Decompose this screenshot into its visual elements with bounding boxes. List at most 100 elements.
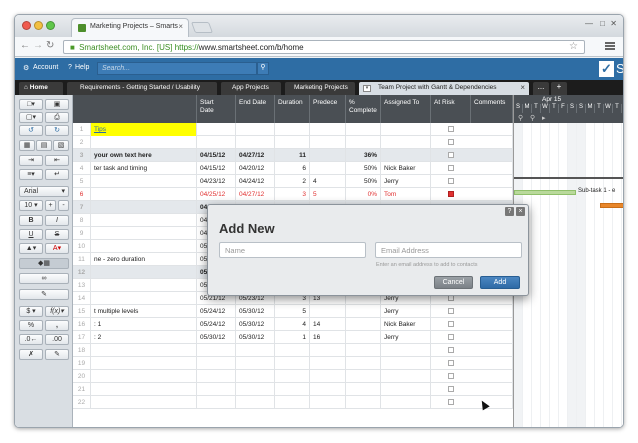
cell-comments[interactable] (471, 123, 513, 136)
cell-dur[interactable] (275, 123, 310, 136)
cell-assigned[interactable] (381, 149, 431, 162)
at-risk-checkbox[interactable] (448, 373, 454, 379)
table-row[interactable]: 22 (73, 396, 513, 409)
cell-task[interactable] (91, 214, 197, 227)
cell-start[interactable] (197, 396, 236, 409)
cell-pct[interactable] (346, 396, 381, 409)
cell-assigned[interactable] (381, 136, 431, 149)
grid-view-icon[interactable]: ▦ (19, 140, 35, 151)
cell-start[interactable] (197, 383, 236, 396)
cell-start[interactable]: 04/25/12 (197, 188, 236, 201)
at-risk-checkbox[interactable] (448, 321, 454, 327)
strikethrough-button[interactable]: S (45, 229, 69, 240)
cell-pred[interactable]: 16 (310, 331, 346, 344)
table-row[interactable]: 6 04/25/12 04/27/12 3 5 0% Tom (73, 188, 513, 201)
cell-num[interactable]: 21 (73, 383, 91, 396)
at-risk-checkbox[interactable] (448, 386, 454, 392)
cell-task[interactable] (91, 266, 197, 279)
cell-dur[interactable]: 3 (275, 188, 310, 201)
column-header-start[interactable]: Start Date (197, 95, 236, 123)
table-row[interactable]: 15 t multiple levels 05/24/12 05/30/12 5 Jerr… (73, 305, 513, 318)
cell-task[interactable] (91, 227, 197, 240)
cell-comments[interactable] (471, 162, 513, 175)
font-select[interactable]: Arial ▾ (19, 186, 69, 197)
cell-end[interactable]: 04/27/12 (236, 188, 275, 201)
at-risk-checkbox[interactable] (448, 360, 454, 366)
font-size-minus-icon[interactable]: - (58, 200, 69, 211)
link-icon[interactable]: ∞ (19, 273, 69, 284)
cell-comments[interactable] (471, 188, 513, 201)
column-header-comments[interactable]: Comments (471, 95, 513, 123)
cell-pct[interactable] (346, 123, 381, 136)
cell-pred[interactable] (310, 136, 346, 149)
redo-icon[interactable]: ↻ (45, 125, 69, 136)
cell-pct[interactable]: 0% (346, 188, 381, 201)
cell-num[interactable]: 17 (73, 331, 91, 344)
cell-end[interactable]: 04/24/12 (236, 175, 275, 188)
cell-start[interactable]: 04/15/12 (197, 162, 236, 175)
underline-button[interactable]: U (19, 229, 43, 240)
cell-assigned[interactable]: Jerry (381, 305, 431, 318)
tab-marketing-projects[interactable]: Marketing Projects (285, 82, 355, 95)
cell-comments[interactable] (471, 344, 513, 357)
cell-task[interactable]: : 2 (91, 331, 197, 344)
cell-comments[interactable] (471, 175, 513, 188)
cell-dur[interactable] (275, 383, 310, 396)
cell-pct[interactable] (346, 318, 381, 331)
cell-task[interactable]: Tips (91, 123, 197, 136)
cell-task[interactable] (91, 344, 197, 357)
new-tab-button[interactable] (190, 22, 214, 33)
new-row-icon[interactable]: □▾ (19, 99, 43, 110)
at-risk-checkbox[interactable] (448, 308, 454, 314)
print-icon[interactable]: ⎙ (45, 112, 69, 123)
cell-assigned[interactable] (381, 370, 431, 383)
table-row[interactable]: 3 your own text here 04/15/12 04/27/12 11 36% (73, 149, 513, 162)
italic-button[interactable]: I (45, 215, 69, 226)
cell-end[interactable]: 04/27/12 (236, 149, 275, 162)
gantt-task-bar[interactable] (514, 190, 576, 195)
cell-pct[interactable] (346, 357, 381, 370)
column-header-end[interactable]: End Date (236, 95, 275, 123)
cell-start[interactable] (197, 136, 236, 149)
cell-pred[interactable] (310, 383, 346, 396)
column-header-predecessors[interactable]: Predece (310, 95, 346, 123)
at-risk-checkbox[interactable] (448, 191, 454, 197)
cell-pred[interactable] (310, 162, 346, 175)
cell-task[interactable] (91, 201, 197, 214)
cell-assigned[interactable] (381, 357, 431, 370)
column-header-duration[interactable]: Duration (275, 95, 310, 123)
column-header-assigned[interactable]: Assigned To (381, 95, 431, 123)
cell-num[interactable]: 20 (73, 370, 91, 383)
dialog-close-icon[interactable]: × (516, 207, 525, 216)
cell-dur[interactable]: 1 (275, 331, 310, 344)
table-row[interactable]: 2 (73, 136, 513, 149)
table-row[interactable]: 19 (73, 357, 513, 370)
tab-app-projects[interactable]: App Projects (221, 82, 281, 95)
help-question-icon[interactable]: ? (68, 64, 72, 71)
cell-num[interactable]: 3 (73, 149, 91, 162)
cell-task[interactable] (91, 279, 197, 292)
cell-comments[interactable] (471, 149, 513, 162)
at-risk-checkbox[interactable] (448, 347, 454, 353)
gantt-view-icon[interactable]: ▤ (36, 140, 52, 151)
cell-pct[interactable] (346, 383, 381, 396)
cell-num[interactable]: 13 (73, 279, 91, 292)
cell-num[interactable]: 6 (73, 188, 91, 201)
cell-num[interactable]: 16 (73, 318, 91, 331)
cell-num[interactable]: 12 (73, 266, 91, 279)
cell-task[interactable] (91, 136, 197, 149)
url-input[interactable]: ■ Smartsheet.com, Inc. [US] https://www.… (63, 40, 585, 54)
zoom-window-button[interactable] (46, 21, 55, 30)
window-restore-icon[interactable]: □ (600, 19, 605, 28)
browser-tab[interactable]: Marketing Projects – Smarts × (71, 18, 189, 37)
tab-home[interactable]: ⌂ Home (19, 82, 63, 95)
cell-pct[interactable] (346, 305, 381, 318)
table-row[interactable]: 5 04/23/12 04/24/12 2 4 50% Jerry (73, 175, 513, 188)
email-input[interactable] (375, 242, 522, 258)
bookmark-star-icon[interactable]: ☆ (569, 41, 578, 52)
cell-end[interactable] (236, 370, 275, 383)
cell-end[interactable] (236, 344, 275, 357)
reload-icon[interactable]: ↻ (46, 40, 54, 51)
tab-team-project[interactable]: ▾ Team Project with Gantt & Dependencies… (359, 82, 529, 95)
conditional-format-icon[interactable]: ◆▦ (19, 258, 69, 269)
